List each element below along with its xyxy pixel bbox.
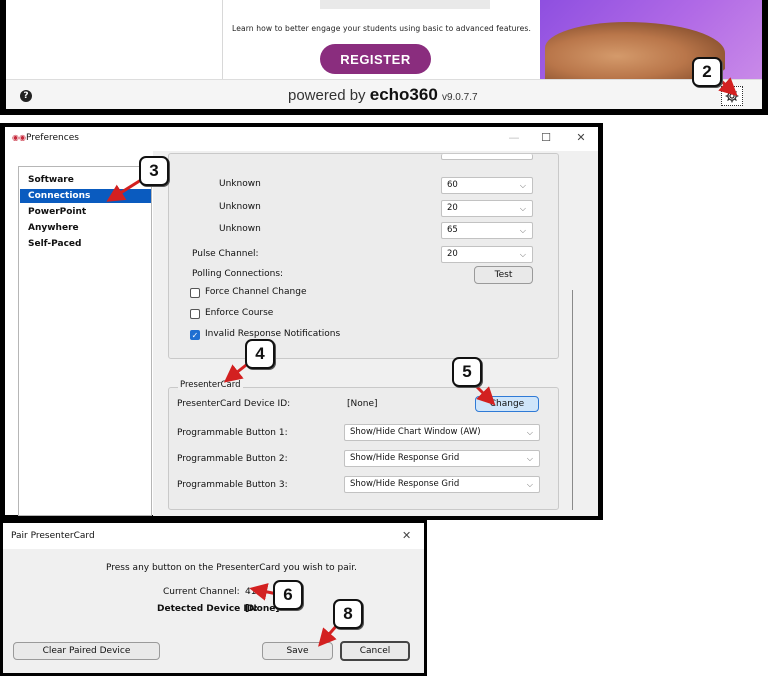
chevron-down-icon: ⌵ xyxy=(526,454,533,463)
select-value: Show/Hide Response Grid xyxy=(350,453,460,463)
nav-item-software[interactable]: Software xyxy=(28,175,74,185)
close-icon[interactable]: ✕ xyxy=(573,131,589,144)
scrollbar[interactable] xyxy=(572,290,573,510)
nav-item-self-paced[interactable]: Self-Paced xyxy=(28,239,81,249)
minimize-icon[interactable]: — xyxy=(506,131,522,144)
pulse-channel-label: Pulse Channel: xyxy=(192,249,259,259)
echo360-logo: echo360 xyxy=(369,85,438,104)
callout-2: 2 xyxy=(692,57,722,87)
maximize-icon[interactable]: ☐ xyxy=(538,131,554,144)
select-value: 20 xyxy=(447,203,458,213)
current-channel-value: 41 xyxy=(245,587,257,597)
connection-row-select[interactable]: 60 ⌵ xyxy=(441,177,533,194)
save-button[interactable]: Save xyxy=(262,642,333,660)
callout-4: 4 xyxy=(245,339,275,369)
detected-device-label: Detected Device ID: xyxy=(157,604,258,614)
select-value: Show/Hide Chart Window (AW) xyxy=(350,427,481,437)
current-channel-label: Current Channel: xyxy=(163,587,240,597)
preferences-nav: Software Connections PowerPoint Anywhere… xyxy=(18,166,152,516)
version-label: v9.0.7.7 xyxy=(441,92,478,103)
select-value: 20 xyxy=(447,249,458,259)
invalid-response-label: Invalid Response Notifications xyxy=(205,329,341,339)
connection-row-label: Unknown xyxy=(219,224,261,234)
callout-6: 6 xyxy=(273,580,303,610)
select-value: 60 xyxy=(447,180,458,190)
chevron-down-icon: ⌵ xyxy=(519,204,526,213)
programmable-button-label: Programmable Button 2: xyxy=(177,454,288,464)
chevron-down-icon: ⌵ xyxy=(519,226,526,235)
force-channel-checkbox[interactable] xyxy=(190,288,200,298)
connection-row-select[interactable]: 65 ⌵ xyxy=(441,222,533,239)
select-value: 65 xyxy=(447,225,458,235)
nav-item-anywhere[interactable]: Anywhere xyxy=(28,223,79,233)
programmable-button-select[interactable]: Show/Hide Response Grid ⌵ xyxy=(344,450,540,467)
powered-prefix: powered by xyxy=(288,87,366,104)
help-icon[interactable]: ? xyxy=(20,90,32,102)
change-button[interactable]: Change xyxy=(475,396,539,412)
banner-divider xyxy=(222,0,223,79)
chevron-down-icon: ⌵ xyxy=(519,250,526,259)
programmable-button-label: Programmable Button 3: xyxy=(177,480,288,490)
app-icon: ◉◉ xyxy=(12,133,26,142)
settings-button[interactable] xyxy=(721,86,743,106)
programmable-button-label: Programmable Button 1: xyxy=(177,428,288,438)
pulse-channel-select[interactable]: 20 ⌵ xyxy=(441,246,533,263)
banner-subtitle: Learn how to better engage your students… xyxy=(232,24,531,33)
register-button[interactable]: REGISTER xyxy=(320,44,431,74)
connection-row-label: Unknown xyxy=(219,179,261,189)
callout-8: 8 xyxy=(333,599,363,629)
powered-by-label: powered by echo360 v9.0.7.7 xyxy=(288,85,478,105)
test-button[interactable]: Test xyxy=(474,266,533,284)
presentercard-group: PresenterCard Device ID: [None] Change P… xyxy=(168,387,559,510)
programmable-button-select[interactable]: Show/Hide Response Grid ⌵ xyxy=(344,476,540,493)
force-channel-label: Force Channel Change xyxy=(205,287,307,297)
presentercard-legend: PresenterCard xyxy=(178,380,243,390)
device-id-label: PresenterCard Device ID: xyxy=(177,399,291,409)
chevron-down-icon: ⌵ xyxy=(519,181,526,190)
window-title: Preferences xyxy=(26,133,79,143)
programmable-button-select[interactable]: Show/Hide Chart Window (AW) ⌵ xyxy=(344,424,540,441)
enforce-course-label: Enforce Course xyxy=(205,308,274,318)
connections-group: Unknown 60 ⌵ Unknown 20 ⌵ Unknown 65 ⌵ Puls… xyxy=(168,153,559,359)
enforce-course-checkbox[interactable] xyxy=(190,309,200,319)
cancel-button[interactable]: Cancel xyxy=(340,641,410,661)
invalid-response-checkbox[interactable]: ✓ xyxy=(190,330,200,340)
dialog-title: Pair PresenterCard xyxy=(11,531,95,541)
nav-item-powerpoint[interactable]: PowerPoint xyxy=(28,207,86,217)
chevron-down-icon: ⌵ xyxy=(526,428,533,437)
close-icon[interactable]: ✕ xyxy=(402,529,411,542)
chevron-down-icon: ⌵ xyxy=(526,480,533,489)
connection-row-label: Unknown xyxy=(219,202,261,212)
callout-3: 3 xyxy=(139,156,169,186)
polling-connections-label: Polling Connections: xyxy=(192,269,284,279)
connection-row-select[interactable]: 20 ⌵ xyxy=(441,200,533,217)
banner-title-cropped xyxy=(320,0,490,9)
clear-paired-device-button[interactable]: Clear Paired Device xyxy=(13,642,160,660)
device-id-value: [None] xyxy=(347,399,378,409)
callout-5: 5 xyxy=(452,357,482,387)
cropped-select[interactable] xyxy=(441,154,533,160)
nav-item-connections[interactable]: Connections xyxy=(28,191,90,201)
select-value: Show/Hide Response Grid xyxy=(350,479,460,489)
pair-instruction: Press any button on the PresenterCard yo… xyxy=(106,563,357,573)
gear-icon xyxy=(725,89,739,103)
